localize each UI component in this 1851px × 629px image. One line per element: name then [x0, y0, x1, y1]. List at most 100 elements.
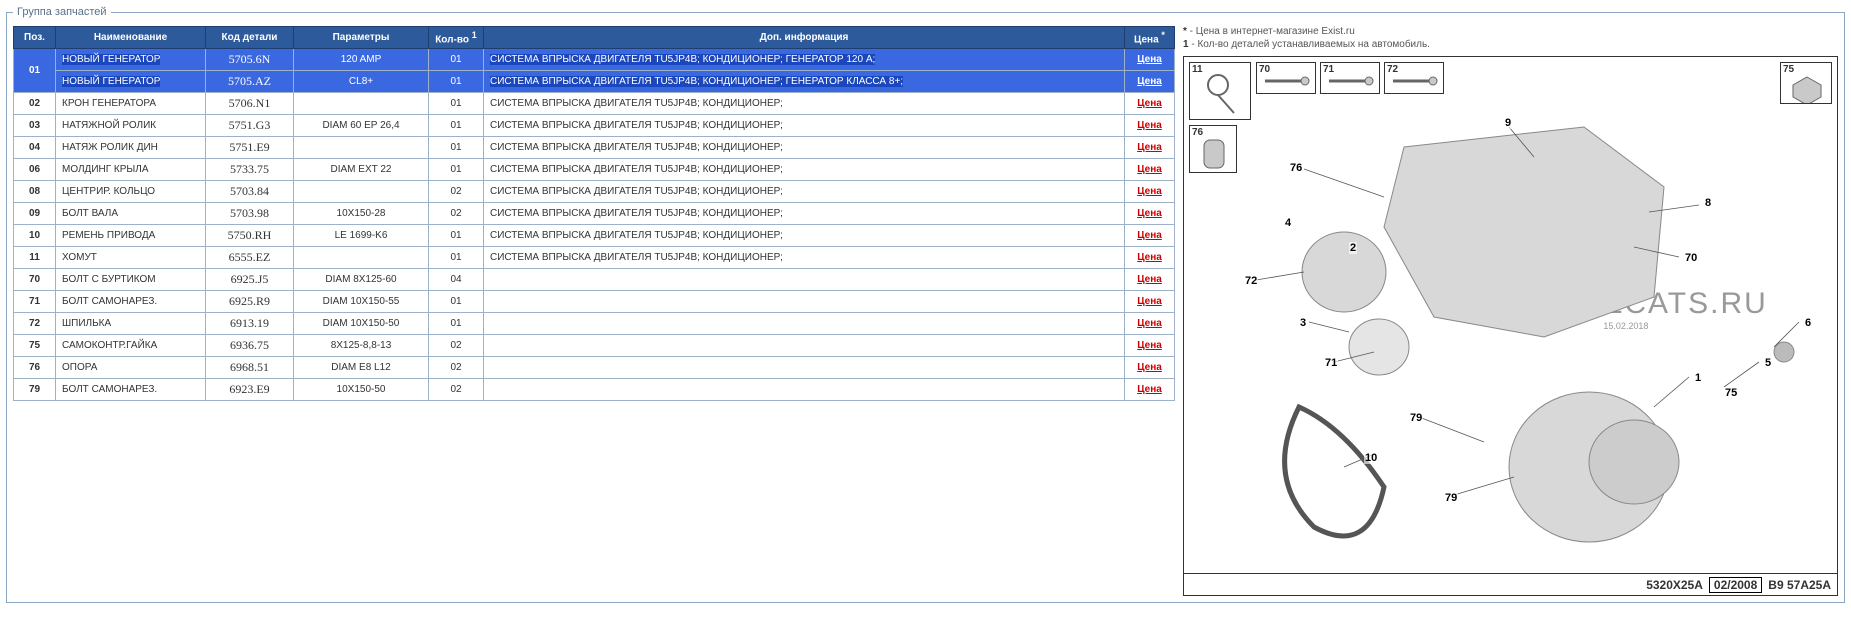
diagram-callout-10[interactable]: 10	[1364, 452, 1378, 464]
cell-code[interactable]: 5705.6N	[206, 49, 294, 71]
diagram-inset-71[interactable]: 71	[1320, 62, 1380, 94]
table-row[interactable]: 08ЦЕНТРИР. КОЛЬЦО5703.8402СИСТЕМА ВПРЫСК…	[14, 181, 1175, 203]
price-link[interactable]: Цена	[1137, 76, 1162, 87]
price-link[interactable]: Цена	[1137, 252, 1162, 263]
cell-price[interactable]: Цена	[1125, 291, 1175, 313]
price-link[interactable]: Цена	[1137, 296, 1162, 307]
cell-code[interactable]: 5703.84	[206, 181, 294, 203]
diagram-inset-75[interactable]: 75	[1780, 62, 1832, 104]
price-link[interactable]: Цена	[1137, 208, 1162, 219]
price-link[interactable]: Цена	[1137, 98, 1162, 109]
cell-code[interactable]: 6913.19	[206, 313, 294, 335]
table-row[interactable]: 79БОЛТ САМОНАРЕЗ.6923.E910X150-5002Цена	[14, 379, 1175, 401]
th-info[interactable]: Доп. информация	[484, 27, 1125, 49]
diagram-callout-70[interactable]: 70	[1684, 252, 1698, 264]
cell-code[interactable]: 6923.E9	[206, 379, 294, 401]
cell-price[interactable]: Цена	[1125, 357, 1175, 379]
diagram-callout-75[interactable]: 75	[1724, 387, 1738, 399]
cell-price[interactable]: Цена	[1125, 71, 1175, 93]
price-link[interactable]: Цена	[1137, 318, 1162, 329]
price-link[interactable]: Цена	[1137, 164, 1162, 175]
table-row[interactable]: 04НАТЯЖ РОЛИК ДИН5751.E901СИСТЕМА ВПРЫСК…	[14, 137, 1175, 159]
price-link[interactable]: Цена	[1137, 230, 1162, 241]
diagram-callout-79[interactable]: 79	[1444, 492, 1458, 504]
cell-price[interactable]: Цена	[1125, 269, 1175, 291]
cell-name: САМОКОНТР.ГАЙКА	[56, 335, 206, 357]
diagram-callout-71[interactable]: 71	[1324, 357, 1338, 369]
cell-price[interactable]: Цена	[1125, 247, 1175, 269]
cell-info	[484, 335, 1125, 357]
table-row[interactable]: 75САМОКОНТР.ГАЙКА6936.758X125-8,8-1302Це…	[14, 335, 1175, 357]
diagram-callout-1[interactable]: 1	[1694, 372, 1702, 384]
th-price[interactable]: Цена *	[1125, 27, 1175, 49]
cell-code[interactable]: 6925.J5	[206, 269, 294, 291]
price-link[interactable]: Цена	[1137, 54, 1162, 65]
cell-code[interactable]: 6555.EZ	[206, 247, 294, 269]
th-name[interactable]: Наименование	[56, 27, 206, 49]
table-row[interactable]: 10РЕМЕНЬ ПРИВОДА5750.RHLE 1699-K601СИСТЕ…	[14, 225, 1175, 247]
cell-code[interactable]: 5751.G3	[206, 115, 294, 137]
price-link[interactable]: Цена	[1137, 120, 1162, 131]
cell-code[interactable]: 5705.AZ	[206, 71, 294, 93]
diagram-callout-2[interactable]: 2	[1349, 242, 1357, 254]
diagram-inset-70[interactable]: 70	[1256, 62, 1316, 94]
diagram-callout-76[interactable]: 76	[1289, 162, 1303, 174]
cell-price[interactable]: Цена	[1125, 93, 1175, 115]
parts-diagram[interactable]: WWW.ELCATS.RU 15.02.2018	[1183, 56, 1838, 596]
table-row[interactable]: 11ХОМУТ6555.EZ01СИСТЕМА ВПРЫСКА ДВИГАТЕЛ…	[14, 247, 1175, 269]
table-row[interactable]: 71БОЛТ САМОНАРЕЗ.6925.R9DIAM 10X150-5501…	[14, 291, 1175, 313]
cell-code[interactable]: 5706.N1	[206, 93, 294, 115]
th-params[interactable]: Параметры	[294, 27, 429, 49]
price-link[interactable]: Цена	[1137, 340, 1162, 351]
table-row[interactable]: 06МОЛДИНГ КРЫЛА5733.75DIAM EXT 2201СИСТЕ…	[14, 159, 1175, 181]
price-link[interactable]: Цена	[1137, 362, 1162, 373]
cell-price[interactable]: Цена	[1125, 159, 1175, 181]
diagram-callout-9[interactable]: 9	[1504, 117, 1512, 129]
diagram-callout-4[interactable]: 4	[1284, 217, 1292, 229]
diagram-callout-79[interactable]: 79	[1409, 412, 1423, 424]
table-row[interactable]: 03НАТЯЖНОЙ РОЛИК5751.G3DIAM 60 EP 26,401…	[14, 115, 1175, 137]
cell-price[interactable]: Цена	[1125, 203, 1175, 225]
table-row[interactable]: 01НОВЫЙ ГЕНЕРАТОР5705.6N120 AMP01СИСТЕМА…	[14, 49, 1175, 71]
table-row[interactable]: 02КРОН ГЕНЕРАТОРА5706.N101СИСТЕМА ВПРЫСК…	[14, 93, 1175, 115]
th-qty[interactable]: Кол-во 1	[429, 27, 484, 49]
cell-price[interactable]: Цена	[1125, 379, 1175, 401]
table-row[interactable]: 72ШПИЛЬКА6913.19DIAM 10X150-5001Цена	[14, 313, 1175, 335]
th-pos[interactable]: Поз.	[14, 27, 56, 49]
cell-code[interactable]: 5703.98	[206, 203, 294, 225]
price-link[interactable]: Цена	[1137, 186, 1162, 197]
diagram-inset-76[interactable]: 76	[1189, 125, 1237, 173]
table-row[interactable]: 76ОПОРА6968.51DIAM E8 L1202Цена	[14, 357, 1175, 379]
cell-code[interactable]: 6936.75	[206, 335, 294, 357]
cell-price[interactable]: Цена	[1125, 225, 1175, 247]
diagram-callout-6[interactable]: 6	[1804, 317, 1812, 329]
cell-price[interactable]: Цена	[1125, 137, 1175, 159]
table-row[interactable]: НОВЫЙ ГЕНЕРАТОР5705.AZCL8+01СИСТЕМА ВПРЫ…	[14, 71, 1175, 93]
cell-price[interactable]: Цена	[1125, 313, 1175, 335]
cell-code[interactable]: 6968.51	[206, 357, 294, 379]
cell-code[interactable]: 5750.RH	[206, 225, 294, 247]
diagram-callout-72[interactable]: 72	[1244, 275, 1258, 287]
diagram-callout-8[interactable]: 8	[1704, 197, 1712, 209]
diagram-callout-3[interactable]: 3	[1299, 317, 1307, 329]
diagram-callout-5[interactable]: 5	[1764, 357, 1772, 369]
diagram-inset-11[interactable]: 11	[1189, 62, 1251, 120]
cell-name: БОЛТ С БУРТИКОМ	[56, 269, 206, 291]
price-link[interactable]: Цена	[1137, 142, 1162, 153]
cell-info: СИСТЕМА ВПРЫСКА ДВИГАТЕЛЯ TU5JP4B; КОНДИ…	[484, 49, 1125, 71]
cell-price[interactable]: Цена	[1125, 335, 1175, 357]
cell-price[interactable]: Цена	[1125, 115, 1175, 137]
th-code[interactable]: Код детали	[206, 27, 294, 49]
cell-price[interactable]: Цена	[1125, 49, 1175, 71]
table-row[interactable]: 70БОЛТ С БУРТИКОМ6925.J5DIAM 8X125-6004Ц…	[14, 269, 1175, 291]
price-link[interactable]: Цена	[1137, 384, 1162, 395]
diagram-inset-72[interactable]: 72	[1384, 62, 1444, 94]
cell-qty: 01	[429, 71, 484, 93]
cell-qty: 02	[429, 357, 484, 379]
cell-price[interactable]: Цена	[1125, 181, 1175, 203]
price-link[interactable]: Цена	[1137, 274, 1162, 285]
cell-code[interactable]: 5751.E9	[206, 137, 294, 159]
cell-code[interactable]: 6925.R9	[206, 291, 294, 313]
cell-code[interactable]: 5733.75	[206, 159, 294, 181]
table-row[interactable]: 09БОЛТ ВАЛА5703.9810X150-2802СИСТЕМА ВПР…	[14, 203, 1175, 225]
